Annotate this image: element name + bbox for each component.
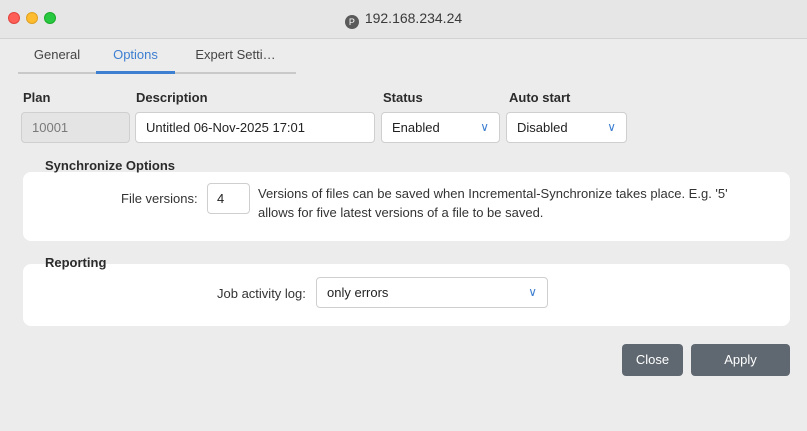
apply-button[interactable]: Apply	[691, 344, 790, 376]
tab-expert-settings[interactable]: Expert Setti…	[175, 38, 296, 74]
file-versions-input[interactable]: 4	[207, 183, 250, 214]
title-bar: P 192.168.234.24	[0, 0, 807, 39]
status-label: Status	[383, 90, 423, 105]
dialog-window: P 192.168.234.24 General Options Expert S…	[0, 0, 807, 431]
chevron-down-icon: ∨	[528, 285, 537, 299]
description-input[interactable]: Untitled 06-Nov-2025 17:01	[135, 112, 375, 143]
file-versions-description-line2: allows for five latest versions of a fil…	[258, 205, 544, 220]
job-activity-log-label: Job activity log:	[217, 286, 306, 301]
synchronize-options-panel: File versions: 4 Versions of files can b…	[23, 172, 790, 241]
status-value: Enabled	[392, 120, 440, 135]
tab-general[interactable]: General	[18, 38, 96, 74]
job-activity-log-select[interactable]: only errors ∨	[316, 277, 548, 308]
window-title: 192.168.234.24	[364, 10, 463, 26]
reporting-title: Reporting	[45, 255, 107, 270]
tab-options[interactable]: Options	[96, 38, 175, 74]
job-activity-log-value: only errors	[327, 285, 389, 300]
autostart-label: Auto start	[509, 90, 571, 105]
file-versions-description-line1: Versions of files can be saved when Incr…	[258, 186, 728, 201]
plan-label: Plan	[23, 90, 51, 105]
chevron-down-icon: ∨	[607, 120, 616, 134]
autostart-select[interactable]: Disabled ∨	[506, 112, 627, 143]
autostart-value: Disabled	[517, 120, 568, 135]
window-title-group: P 192.168.234.24	[0, 10, 807, 29]
file-versions-label: File versions:	[121, 191, 198, 206]
status-select[interactable]: Enabled ∨	[381, 112, 500, 143]
reporting-panel: Job activity log: only errors ∨	[23, 264, 790, 326]
close-button[interactable]: Close	[622, 344, 683, 376]
description-label: Description	[136, 90, 208, 105]
plan-field: 10001	[21, 112, 130, 143]
synchronize-options-title: Synchronize Options	[45, 158, 176, 173]
chevron-down-icon: ∨	[480, 120, 489, 134]
file-versions-description: Versions of files can be saved when Incr…	[258, 184, 728, 222]
server-icon: P	[344, 15, 359, 29]
